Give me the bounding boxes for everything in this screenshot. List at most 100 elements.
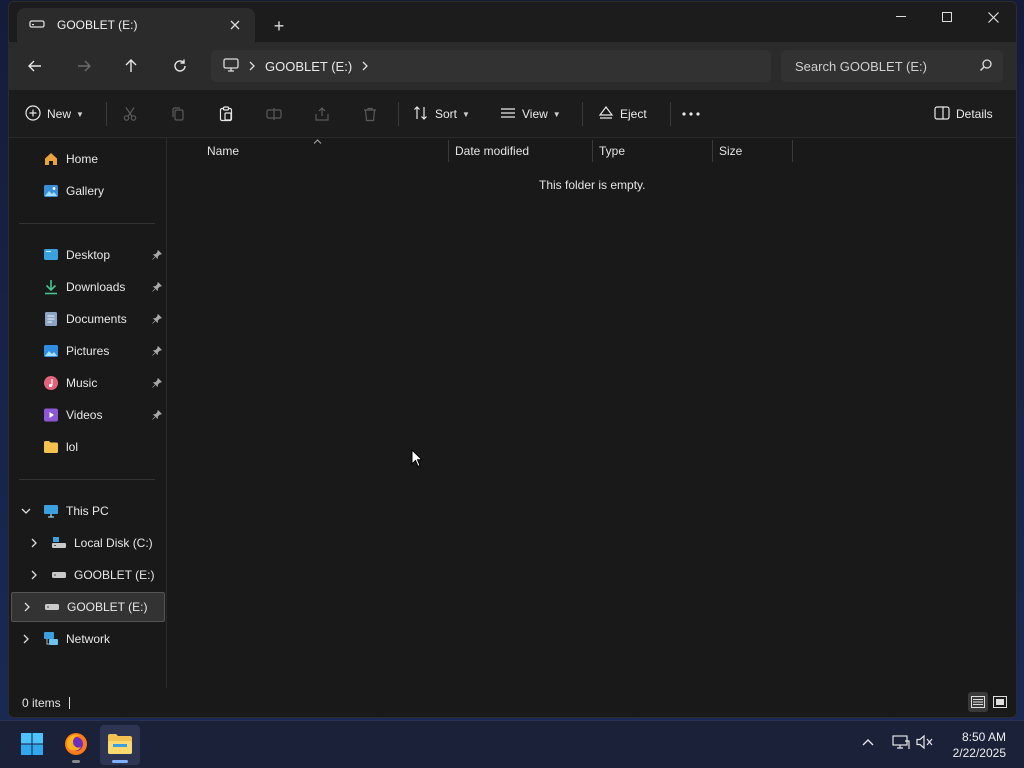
minimize-icon[interactable]	[878, 2, 924, 32]
pictures-icon	[42, 342, 60, 360]
sidebar-item-label: This PC	[66, 504, 109, 518]
chevron-right-icon[interactable]	[20, 602, 34, 612]
taskbar-firefox[interactable]	[56, 725, 96, 765]
sidebar-item-this-pc[interactable]: This PC	[9, 496, 166, 526]
start-button[interactable]	[12, 725, 52, 765]
system-clock[interactable]: 8:50 AM 2/22/2025	[953, 729, 1006, 761]
running-indicator	[72, 760, 80, 763]
sidebar-item-downloads[interactable]: Downloads	[9, 272, 166, 302]
new-label: New	[47, 107, 72, 121]
tab-strip: GOOBLET (E:) +	[9, 2, 1016, 42]
taskbar-file-explorer[interactable]	[100, 725, 140, 765]
sidebar-item-gallery[interactable]: Gallery	[9, 176, 166, 206]
column-divider[interactable]	[792, 140, 793, 162]
taskbar: 8:50 AM 2/22/2025	[0, 720, 1024, 768]
close-window-icon[interactable]	[970, 2, 1016, 32]
search-input[interactable]: Search GOOBLET (E:)	[781, 50, 1003, 82]
chevron-right-icon[interactable]	[249, 61, 255, 71]
empty-folder-message: This folder is empty.	[539, 178, 646, 192]
view-icon	[500, 105, 516, 124]
tab-title: GOOBLET (E:)	[57, 18, 138, 32]
sidebar-item-local-disk[interactable]: Local Disk (C:)	[9, 528, 166, 558]
pin-icon[interactable]	[152, 345, 163, 359]
share-icon[interactable]	[314, 102, 330, 126]
pin-icon[interactable]	[152, 377, 163, 391]
sidebar-item-network[interactable]: Network	[9, 624, 166, 654]
details-view-icon[interactable]	[968, 692, 988, 712]
pin-icon[interactable]	[152, 409, 163, 423]
tab-gooblet[interactable]: GOOBLET (E:)	[17, 8, 255, 42]
address-bar[interactable]: GOOBLET (E:)	[211, 50, 771, 82]
view-button[interactable]: View ▼	[500, 102, 561, 126]
details-label: Details	[956, 107, 993, 121]
paste-icon[interactable]	[218, 102, 234, 126]
sidebar-item-pictures[interactable]: Pictures	[9, 336, 166, 366]
sidebar-item-label: Videos	[66, 408, 103, 422]
column-divider[interactable]	[448, 140, 449, 162]
column-header-name[interactable]: Name	[207, 138, 447, 164]
back-icon[interactable]	[21, 52, 49, 80]
close-tab-icon[interactable]	[225, 15, 245, 35]
large-icons-view-icon[interactable]	[990, 692, 1010, 712]
volume-muted-icon[interactable]	[916, 734, 934, 753]
sidebar-item-label: GOOBLET (E:)	[74, 568, 155, 582]
windows-logo-icon	[20, 732, 44, 759]
column-header-date-modified[interactable]: Date modified	[455, 138, 591, 164]
sidebar-item-label: GOOBLET (E:)	[67, 600, 148, 614]
music-icon	[42, 374, 60, 392]
copy-icon[interactable]	[170, 102, 186, 126]
pin-icon[interactable]	[152, 313, 163, 327]
forward-icon[interactable]	[70, 52, 98, 80]
new-tab-button[interactable]: +	[267, 14, 291, 38]
network-status-icon[interactable]	[892, 734, 910, 753]
sidebar-item-documents[interactable]: Documents	[9, 304, 166, 334]
sidebar-item-videos[interactable]: Videos	[9, 400, 166, 430]
sort-button[interactable]: Sort ▼	[413, 102, 470, 126]
sidebar-item-home[interactable]: Home	[9, 144, 166, 174]
chevron-right-icon[interactable]	[19, 634, 33, 644]
divider	[670, 102, 671, 126]
maximize-icon[interactable]	[924, 2, 970, 32]
this-pc-icon[interactable]	[223, 57, 239, 75]
column-header-size[interactable]: Size	[719, 138, 791, 164]
file-explorer-icon	[107, 733, 133, 758]
download-icon	[42, 278, 60, 296]
sidebar-item-lol[interactable]: lol	[9, 432, 166, 462]
column-header-type[interactable]: Type	[599, 138, 711, 164]
up-icon[interactable]	[117, 52, 145, 80]
sidebar-item-music[interactable]: Music	[9, 368, 166, 398]
cut-icon[interactable]	[122, 102, 138, 126]
videos-icon	[42, 406, 60, 424]
sidebar-item-label: Music	[66, 376, 98, 390]
search-placeholder: Search GOOBLET (E:)	[795, 58, 927, 74]
breadcrumb-gooblet[interactable]: GOOBLET (E:)	[265, 59, 352, 74]
sort-label: Sort	[435, 107, 458, 121]
file-list[interactable]: Name Date modified Type Size This folder…	[167, 138, 1016, 688]
chevron-right-icon[interactable]	[27, 570, 41, 580]
delete-icon[interactable]	[362, 102, 378, 126]
sidebar-item-gooblet-root[interactable]: GOOBLET (E:)	[11, 592, 165, 622]
sidebar-item-label: Pictures	[66, 344, 110, 358]
sidebar-item-gooblet-child[interactable]: GOOBLET (E:)	[9, 560, 166, 590]
new-button[interactable]: New ▼	[25, 102, 84, 126]
column-divider[interactable]	[712, 140, 713, 162]
sidebar-item-label: Local Disk (C:)	[74, 536, 153, 550]
chevron-right-icon[interactable]	[27, 538, 41, 548]
pin-icon[interactable]	[152, 249, 163, 263]
plus-circle-icon	[25, 104, 41, 124]
running-indicator	[112, 760, 128, 763]
home-icon	[42, 150, 60, 168]
details-button[interactable]: Details	[934, 102, 993, 126]
folder-icon	[42, 438, 60, 456]
sidebar-item-desktop[interactable]: Desktop	[9, 240, 166, 270]
chevron-down-icon[interactable]	[19, 508, 33, 514]
refresh-icon[interactable]	[166, 52, 194, 80]
rename-icon[interactable]	[266, 102, 282, 126]
show-hidden-icons-icon[interactable]	[862, 735, 874, 749]
eject-button[interactable]: Eject	[598, 102, 647, 126]
sidebar-item-label: Home	[66, 152, 99, 166]
chevron-right-icon[interactable]	[362, 61, 369, 71]
pin-icon[interactable]	[152, 281, 163, 295]
column-divider[interactable]	[592, 140, 593, 162]
more-options-icon[interactable]	[682, 102, 700, 126]
